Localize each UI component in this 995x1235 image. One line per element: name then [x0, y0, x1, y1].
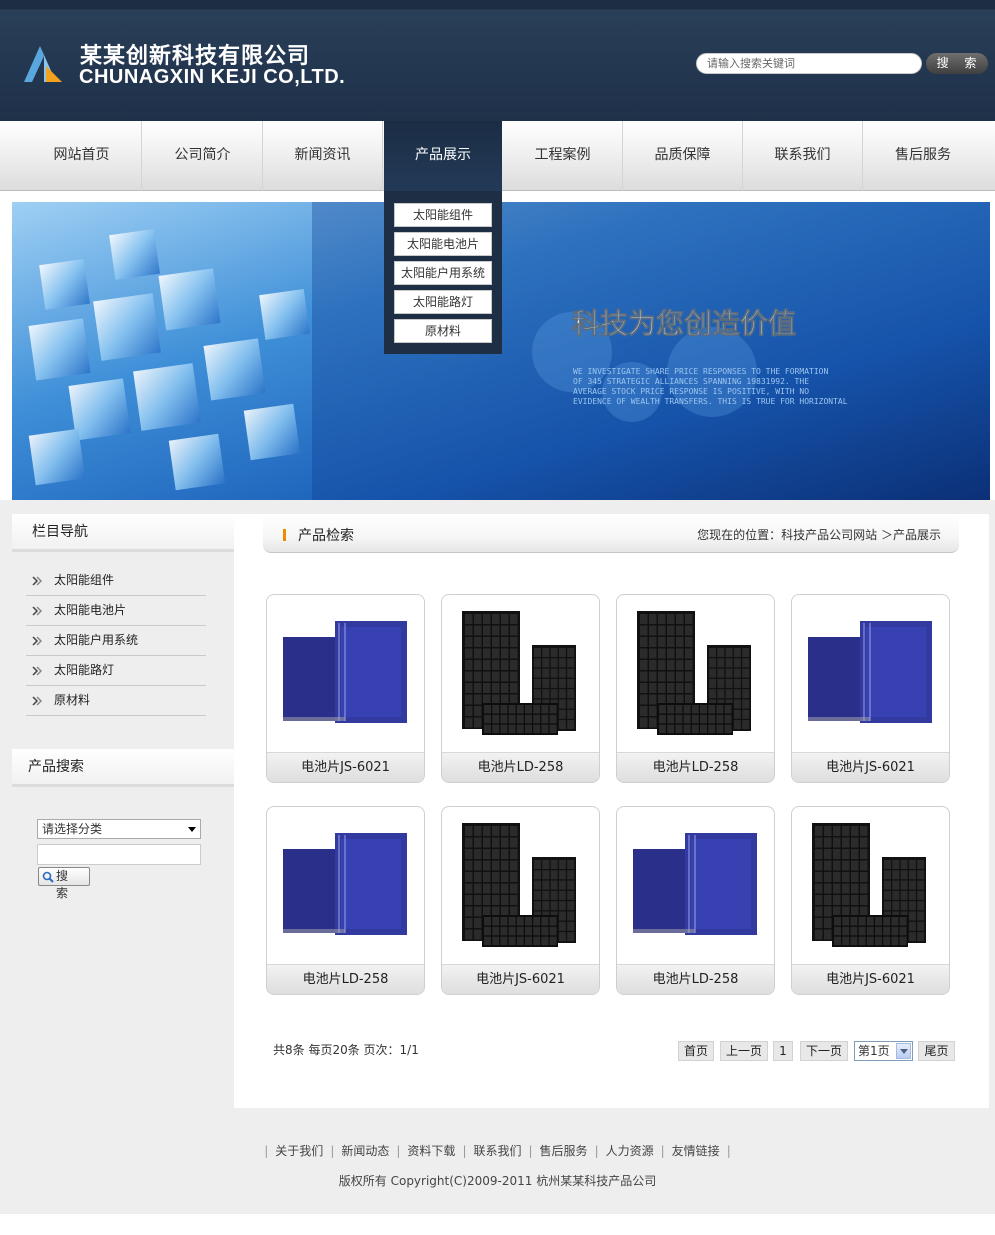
keyword-input[interactable]: [37, 844, 201, 865]
breadcrumb: 您现在的位置：科技产品公司网站 ＞产品展示: [697, 528, 941, 542]
nav-item-quality[interactable]: 品质保障: [623, 121, 743, 191]
site-footer: [0, 1118, 995, 1214]
product-card[interactable]: 电池片LD-258: [441, 594, 600, 783]
sidebar-nav-title: 栏目导航: [12, 514, 234, 552]
first-page-button[interactable]: 首页: [678, 1041, 714, 1061]
chevron-down-icon: [188, 827, 196, 832]
last-page-button[interactable]: 尾页: [918, 1041, 955, 1061]
solar-cell-image[interactable]: [800, 605, 942, 743]
product-name[interactable]: 电池片JS-6021: [792, 964, 949, 994]
site-header: 某某创新科技有限公司 CHUNAGXIN KEJI CO,LTD. 请输入搜索关…: [0, 0, 995, 121]
products-dropdown-menu: 太阳能组件 太阳能电池片 太阳能户用系统 太阳能路灯 原材料: [384, 191, 502, 354]
product-card[interactable]: 电池片LD-258: [266, 806, 425, 995]
sidebar-link-label: 太阳能电池片: [54, 603, 127, 617]
banner-text-line: WE INVESTIGATE SHARE PRICE RESPONSES TO …: [573, 367, 828, 376]
product-name[interactable]: 电池片JS-6021: [792, 752, 949, 782]
sidebar-link-label: 太阳能组件: [54, 573, 115, 587]
solar-panel-image[interactable]: [450, 605, 592, 743]
nav-item-news[interactable]: 新闻资讯: [263, 121, 383, 191]
next-page-button[interactable]: 下一页: [800, 1041, 848, 1061]
sidebar-link[interactable]: 太阳能路灯: [26, 656, 206, 686]
sidebar-search-button[interactable]: 搜 索: [38, 867, 90, 900]
category-select[interactable]: 请选择分类: [37, 819, 201, 839]
product-name[interactable]: 电池片LD-258: [617, 752, 774, 782]
product-name[interactable]: 电池片LD-258: [442, 752, 599, 782]
page-select-value: 第1页: [858, 1044, 890, 1058]
footer-link[interactable]: 关于我们: [275, 1144, 323, 1158]
product-card[interactable]: 电池片JS-6021: [791, 806, 950, 995]
sidebar-link-label: 原材料: [54, 693, 91, 707]
banner-text-line: EVIDENCE OF WEALTH TRANSFERS. THIS IS TR…: [573, 397, 848, 406]
logo-icon: [24, 46, 62, 82]
solar-cell-image[interactable]: [275, 605, 417, 743]
page-select[interactable]: 第1页: [854, 1041, 913, 1061]
sidebar-link[interactable]: 原材料: [26, 686, 206, 716]
footer-link[interactable]: 资料下载: [407, 1144, 455, 1158]
footer-link[interactable]: 售后服务: [540, 1144, 588, 1158]
nav-item-service[interactable]: 售后服务: [863, 121, 983, 191]
sidebar-link[interactable]: 太阳能组件: [26, 566, 206, 596]
footer-link[interactable]: 友情链接: [672, 1144, 720, 1158]
solar-cell-image[interactable]: [275, 817, 417, 955]
search-input[interactable]: 请输入搜索关键词: [696, 53, 922, 74]
solar-cell-image[interactable]: [625, 817, 767, 955]
product-name[interactable]: 电池片LD-258: [267, 964, 424, 994]
product-card[interactable]: 电池片LD-258: [616, 594, 775, 783]
product-card[interactable]: 电池片LD-258: [616, 806, 775, 995]
arrow-right-icon: [32, 576, 43, 586]
product-card[interactable]: 电池片JS-6021: [791, 594, 950, 783]
banner-text-line: AVERAGE STOCK PRICE RESPONSE IS POSITIVE…: [573, 387, 809, 396]
sidebar-search-title: 产品搜索: [12, 749, 234, 787]
dropdown-item-materials[interactable]: 原材料: [394, 319, 492, 343]
sidebar-link-label: 太阳能路灯: [54, 663, 115, 677]
banner-text-line: OF 345 STRATEGIC ALLIANCES SPANNING 1983…: [573, 377, 809, 386]
nav-item-home[interactable]: 网站首页: [22, 121, 142, 191]
nav-item-cases[interactable]: 工程案例: [503, 121, 623, 191]
footer-link[interactable]: 联系我们: [473, 1144, 521, 1158]
nav-item-about[interactable]: 公司简介: [143, 121, 263, 191]
copyright: 版权所有 Copyright(C)2009-2011 杭州某某科技产品公司: [338, 1174, 657, 1188]
dropdown-item-cells[interactable]: 太阳能电池片: [394, 232, 492, 256]
sidebar-search-label: 搜 索: [56, 869, 71, 900]
dropdown-item-home-systems[interactable]: 太阳能户用系统: [394, 261, 492, 285]
solar-panel-image[interactable]: [800, 817, 942, 955]
magnifier-icon: [42, 871, 54, 883]
chevron-down-icon: [896, 1043, 911, 1059]
footer-links: | 关于我们 | 新闻动态 | 资料下载 | 联系我们 | 售后服务 | 人力资源 | 友情链接 |: [264, 1144, 731, 1158]
sidebar-link[interactable]: 太阳能电池片: [26, 596, 206, 626]
main-nav: 网站首页 公司简介 新闻资讯 产品展示 工程案例 品质保障 联系我们 售后服务: [0, 121, 995, 191]
sidebar-link-label: 太阳能户用系统: [54, 633, 139, 647]
dropdown-item-street-lights[interactable]: 太阳能路灯: [394, 290, 492, 314]
arrow-right-icon: [32, 606, 43, 616]
arrow-right-icon: [32, 696, 43, 706]
product-name[interactable]: 电池片JS-6021: [267, 752, 424, 782]
nav-item-products[interactable]: 产品展示: [384, 121, 502, 191]
sidebar-link[interactable]: 太阳能户用系统: [26, 626, 206, 656]
category-select-value: 请选择分类: [42, 822, 103, 836]
nav-item-contact[interactable]: 联系我们: [743, 121, 863, 191]
footer-link[interactable]: 人力资源: [606, 1144, 654, 1158]
banner-slogan: 科技为您创造价值: [572, 307, 796, 340]
solar-panel-image[interactable]: [450, 817, 592, 955]
product-name[interactable]: 电池片LD-258: [617, 964, 774, 994]
arrow-right-icon: [32, 666, 43, 676]
prev-page-button[interactable]: 上一页: [720, 1041, 768, 1061]
dropdown-item-modules[interactable]: 太阳能组件: [394, 203, 492, 227]
product-name[interactable]: 电池片JS-6021: [442, 964, 599, 994]
content-header: 产品检索 您现在的位置：科技产品公司网站 ＞产品展示: [263, 515, 959, 553]
current-page[interactable]: 1: [773, 1041, 793, 1061]
company-name-en: CHUNAGXIN KEJI CO,LTD.: [79, 66, 346, 88]
pager-info: 共8条 每页20条 页次：1/1: [273, 1043, 419, 1057]
page-title: 产品检索: [298, 528, 354, 544]
search-button[interactable]: 搜 索: [926, 53, 988, 74]
footer-link[interactable]: 新闻动态: [341, 1144, 389, 1158]
title-marker: [283, 529, 286, 541]
product-card[interactable]: 电池片JS-6021: [441, 806, 600, 995]
arrow-right-icon: [32, 636, 43, 646]
solar-panel-image[interactable]: [625, 605, 767, 743]
product-card[interactable]: 电池片JS-6021: [266, 594, 425, 783]
